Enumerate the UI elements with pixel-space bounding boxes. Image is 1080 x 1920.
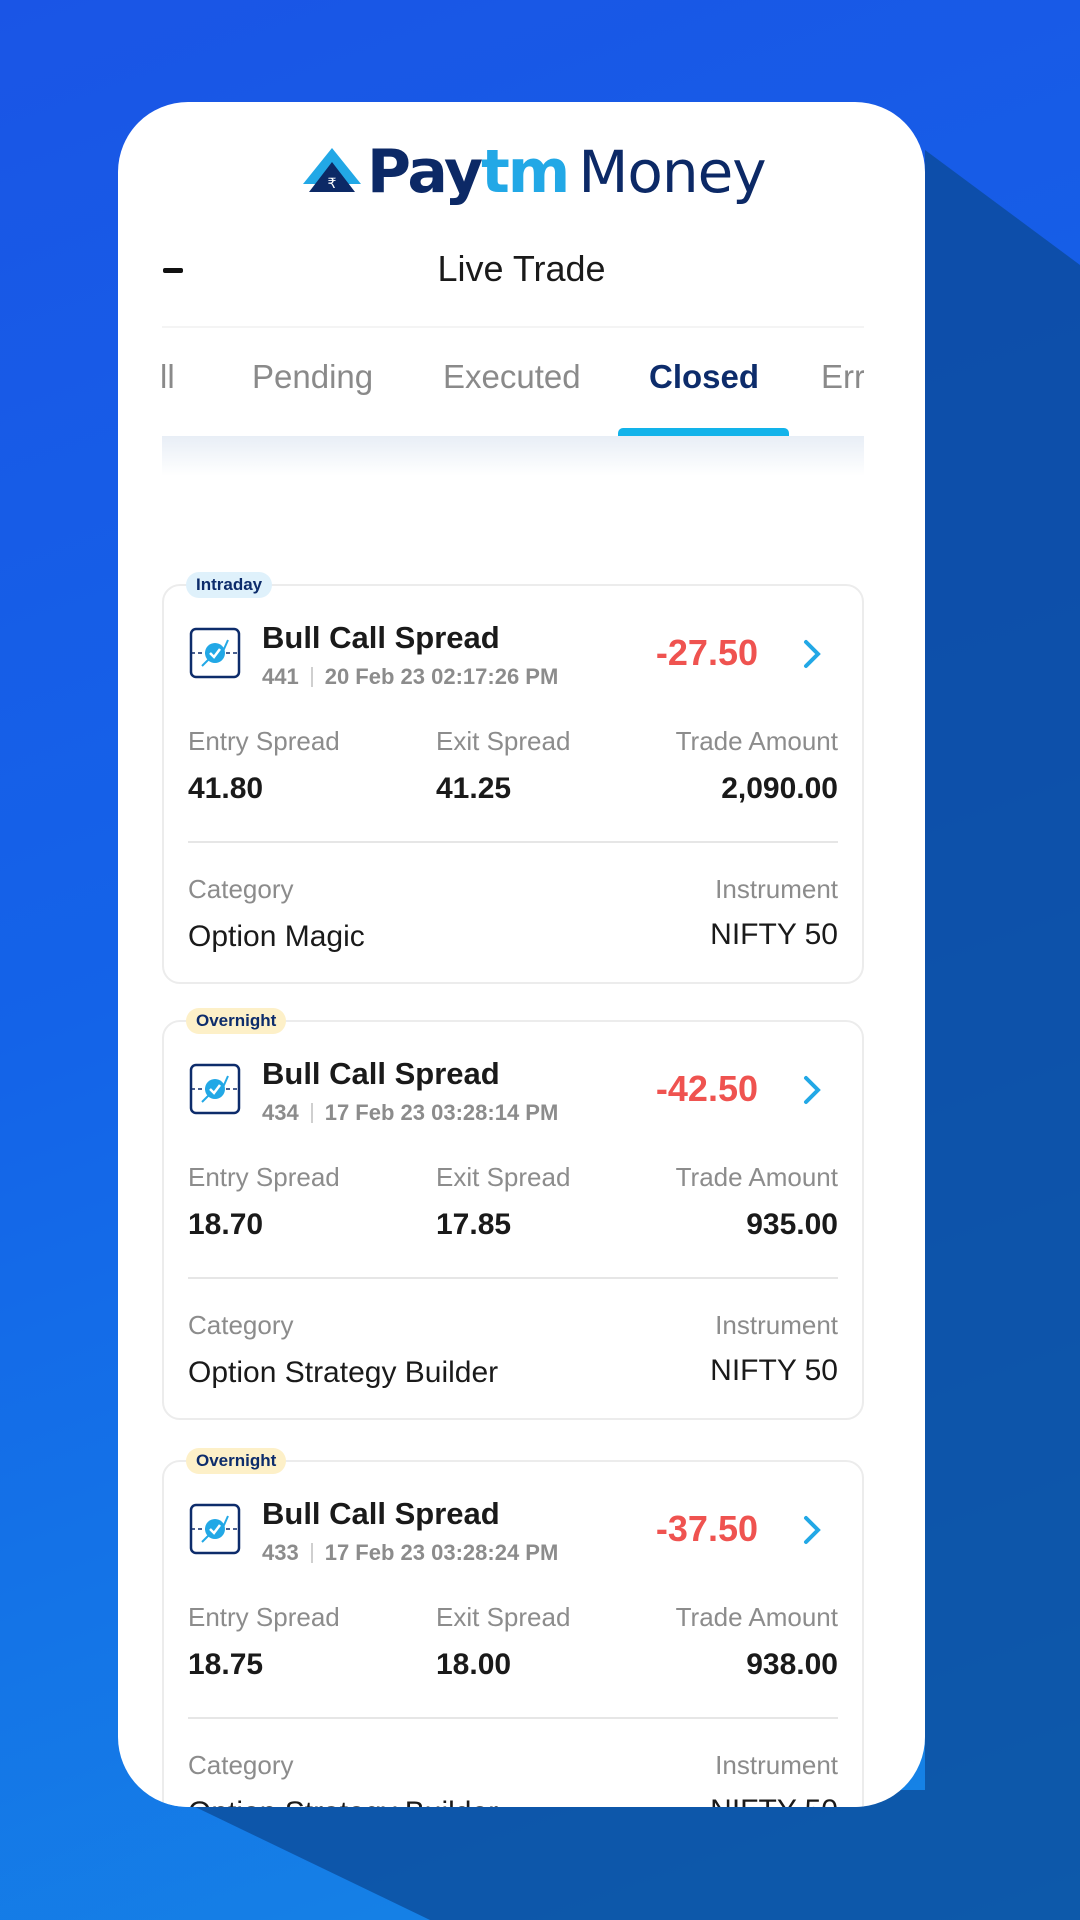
instrument-label: Instrument xyxy=(715,1310,838,1340)
meta-separator xyxy=(310,1103,313,1123)
entry-spread-value: 18.75 xyxy=(188,1648,264,1681)
strategy-name: Bull Call Spread xyxy=(262,620,500,655)
category-label: Category xyxy=(188,1310,294,1340)
paytm-money-logo: ₹ Paytm Money xyxy=(303,132,767,212)
instrument-value: NIFTY 50 xyxy=(710,1354,838,1387)
trade-id: 433 xyxy=(262,1540,299,1565)
instrument-label: Instrument xyxy=(715,1750,838,1780)
pnl-value: -42.50 xyxy=(655,1068,758,1109)
exit-spread-label: Exit Spread xyxy=(436,1602,571,1632)
exit-spread-value: 17.85 xyxy=(436,1208,512,1241)
trade-id: 441 xyxy=(262,664,299,689)
strategy-name: Bull Call Spread xyxy=(262,1496,500,1531)
page-title: Live Trade xyxy=(437,248,606,289)
strategy-icon xyxy=(189,627,241,679)
svg-text:₹: ₹ xyxy=(328,176,337,192)
trade-id: 434 xyxy=(262,1100,299,1125)
category-label: Category xyxy=(188,1750,294,1780)
trade-list: Intraday Bull Call Spread 441 20 Feb 23 0… xyxy=(162,436,864,1807)
trade-card[interactable]: Overnight Bull Call Spread 433 17 Feb 23 … xyxy=(162,1448,864,1807)
entry-spread-label: Entry Spread xyxy=(188,1162,340,1192)
trade-amount-value: 938.00 xyxy=(746,1648,838,1681)
category-label: Category xyxy=(188,874,294,904)
meta-separator xyxy=(310,667,313,687)
chevron-right-icon[interactable] xyxy=(798,1072,826,1108)
product-type-badge: Intraday xyxy=(186,572,273,598)
instrument-value: NIFTY 50 xyxy=(710,1794,838,1807)
trade-amount-label: Trade Amount xyxy=(675,1162,838,1192)
trade-meta: 434 17 Feb 23 03:28:14 PM xyxy=(262,1100,558,1126)
instrument-label: Instrument xyxy=(715,874,838,904)
category-value: Option Magic xyxy=(188,920,365,953)
entry-spread-label: Entry Spread xyxy=(188,1602,340,1632)
exit-spread-label: Exit Spread xyxy=(436,726,571,756)
product-type-badge: Overnight xyxy=(186,1448,287,1474)
list-top-shade xyxy=(162,436,864,476)
entry-spread-label: Entry Spread xyxy=(188,726,340,756)
chevron-right-icon[interactable] xyxy=(798,636,826,672)
chevron-right-icon[interactable] xyxy=(798,1512,826,1548)
trade-amount-label: Trade Amount xyxy=(675,1602,838,1632)
exit-spread-value: 41.25 xyxy=(436,772,512,805)
pnl-value: -37.50 xyxy=(655,1508,758,1549)
entry-spread-value: 18.70 xyxy=(188,1208,264,1241)
strategy-icon xyxy=(189,1063,241,1115)
strategy-icon xyxy=(189,1503,241,1555)
strategy-name: Bull Call Spread xyxy=(262,1056,500,1091)
instrument-value: NIFTY 50 xyxy=(710,918,838,951)
pnl-value: -27.50 xyxy=(655,632,758,673)
phone-screen: ₹ Paytm Money Live Trade All Pending Exe… xyxy=(118,102,925,1807)
product-type-badge: Overnight xyxy=(186,1008,287,1034)
exit-spread-label: Exit Spread xyxy=(436,1162,571,1192)
trade-amount-value: 2,090.00 xyxy=(721,772,838,805)
trade-card[interactable]: Overnight Bull Call Spread 434 17 Feb 23 … xyxy=(162,1008,864,1420)
card-divider xyxy=(188,1277,838,1279)
exit-spread-value: 18.00 xyxy=(436,1648,512,1681)
tab-executed[interactable]: Executed xyxy=(443,358,581,396)
card-divider xyxy=(188,1717,838,1719)
trade-meta: 433 17 Feb 23 03:28:24 PM xyxy=(262,1540,558,1566)
card-divider xyxy=(188,841,838,843)
category-value: Option Strategy Builder xyxy=(188,1796,498,1807)
tab-errors[interactable]: Errors xyxy=(821,358,864,396)
trade-datetime: 17 Feb 23 03:28:14 PM xyxy=(324,1100,559,1125)
trade-meta: 441 20 Feb 23 02:17:26 PM xyxy=(262,664,558,690)
tab-pending[interactable]: Pending xyxy=(252,358,373,396)
trade-card[interactable]: Intraday Bull Call Spread 441 20 Feb 23 0… xyxy=(162,572,864,984)
paytm-logo-icon: ₹ xyxy=(303,148,361,192)
trade-amount-value: 935.00 xyxy=(746,1208,838,1241)
logo-paytm-text: Paytm xyxy=(367,137,570,207)
tab-closed[interactable]: Closed xyxy=(649,358,759,396)
logo-money-text: Money xyxy=(578,138,766,206)
entry-spread-value: 41.80 xyxy=(188,772,264,805)
category-value: Option Strategy Builder xyxy=(188,1356,499,1389)
tab-bar: All Pending Executed Closed Errors xyxy=(162,326,864,438)
trade-datetime: 20 Feb 23 02:17:26 PM xyxy=(324,664,559,689)
trade-datetime: 17 Feb 23 03:28:24 PM xyxy=(324,1540,559,1565)
trade-amount-label: Trade Amount xyxy=(675,726,838,756)
meta-separator xyxy=(310,1543,313,1563)
tab-all[interactable]: All xyxy=(162,358,175,396)
